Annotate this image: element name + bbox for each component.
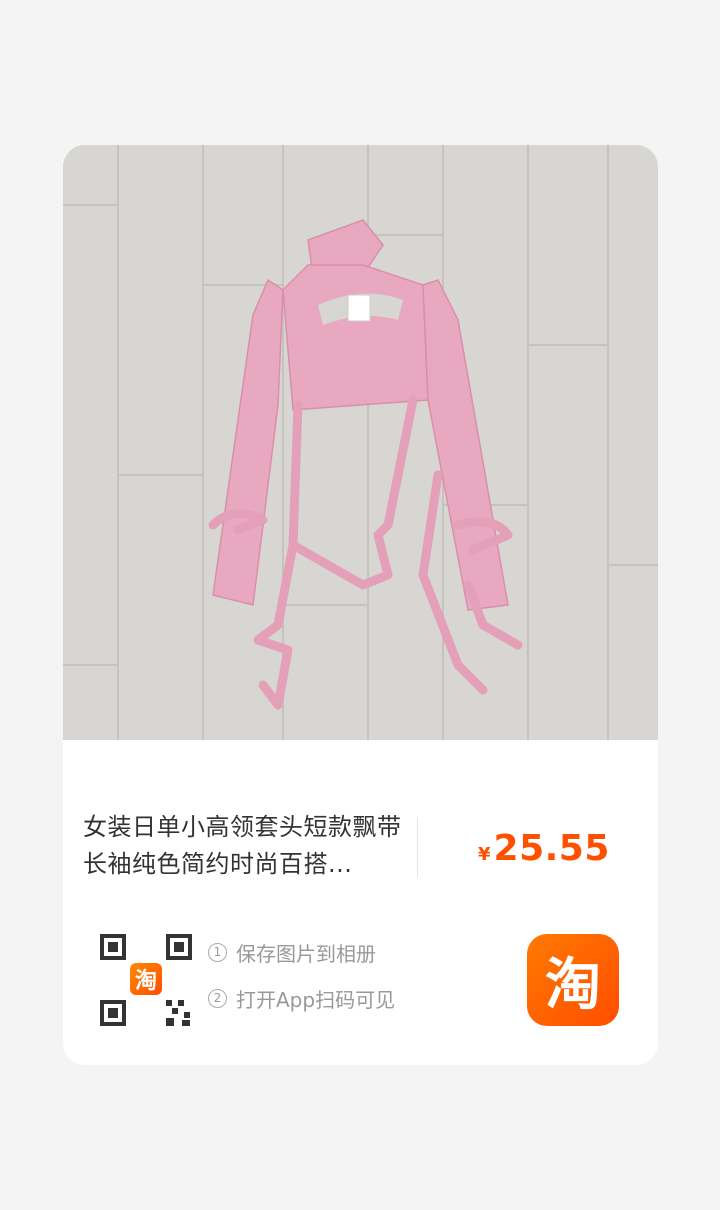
product-title[interactable]: 女装日单小高领套头短款飘带长袖纯色简约时尚百搭... — [83, 809, 413, 883]
step-save-image: 1 保存图片到相册 — [208, 939, 395, 966]
divider — [417, 817, 418, 877]
taobao-app-icon[interactable]: 淘 — [527, 934, 619, 1026]
scan-instructions: 1 保存图片到相册 2 打开App扫码可见 — [208, 939, 395, 1031]
step-text: 打开App扫码可见 — [236, 987, 396, 1012]
step-open-app: 2 打开App扫码可见 — [208, 985, 396, 1012]
product-image — [63, 145, 658, 740]
share-card: 女装日单小高领套头短款飘带长袖纯色简约时尚百搭... ¥ 25.55 淘 1 保… — [63, 145, 658, 1065]
step-text: 保存图片到相册 — [236, 941, 376, 966]
price-value: 25.55 — [493, 828, 610, 869]
qr-center-logo: 淘 — [128, 961, 164, 997]
step-number-icon: 2 — [208, 988, 227, 1008]
step-number-icon: 1 — [208, 942, 227, 962]
product-photo[interactable] — [63, 145, 658, 740]
qr-code[interactable]: 淘 — [98, 932, 194, 1028]
product-price: ¥ 25.55 — [478, 828, 610, 869]
currency-symbol: ¥ — [478, 844, 491, 865]
